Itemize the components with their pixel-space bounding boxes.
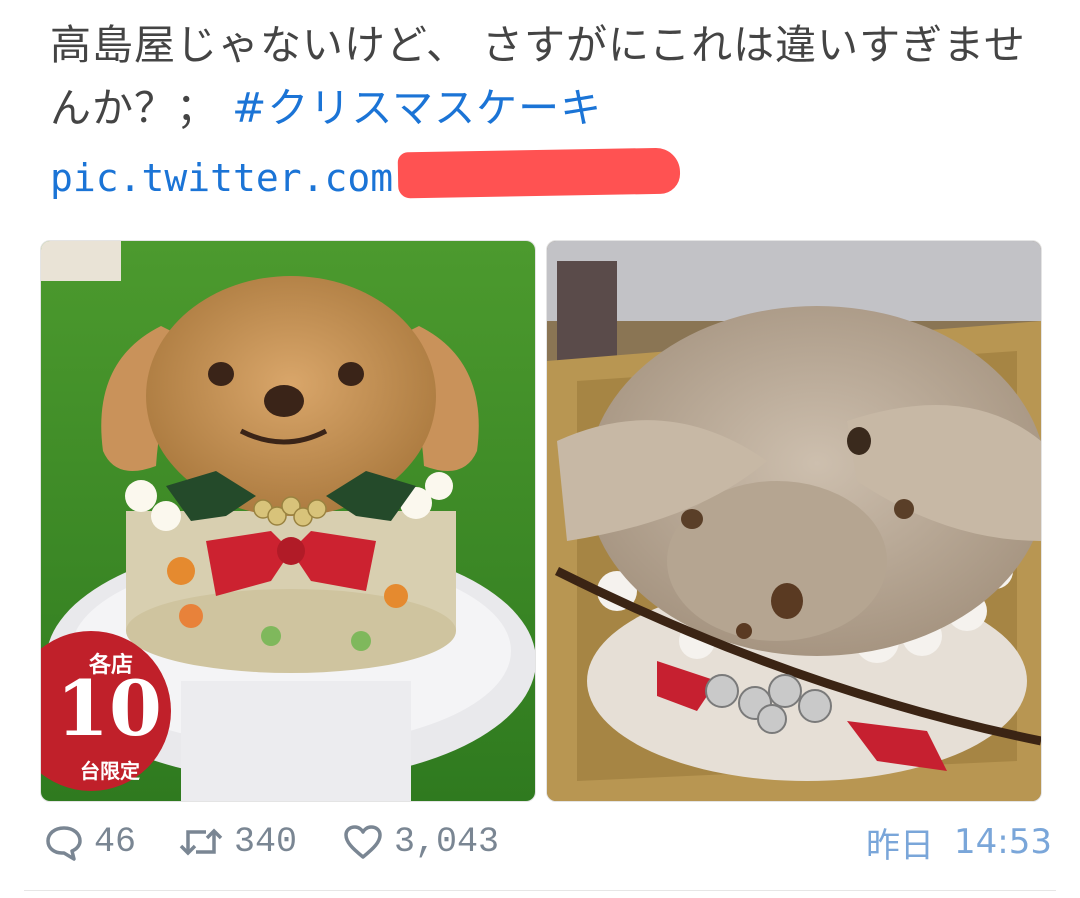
reply-count: 46 <box>94 822 137 862</box>
redaction-mark <box>397 147 681 199</box>
actual-cake-image <box>547 241 1041 801</box>
tweet-actions: 46 340 3,043 昨日 14:53 <box>42 815 1052 869</box>
badge-number: 10 <box>56 664 162 753</box>
photo-left[interactable]: 各店 10 台限定 <box>40 240 536 802</box>
reply-button[interactable]: 46 <box>44 815 136 869</box>
timestamp[interactable]: 昨日 14:53 <box>846 815 1052 869</box>
like-button[interactable]: 3,043 <box>342 815 499 869</box>
limited-badge: 各店 10 台限定 <box>41 631 171 791</box>
like-count: 3,043 <box>394 822 500 862</box>
timestamp-day: 昨日 <box>866 825 935 866</box>
retweet-icon <box>179 828 223 856</box>
photo-right[interactable] <box>546 240 1042 802</box>
timestamp-time: 14:53 <box>954 822 1052 862</box>
pic-link[interactable]: pic.twitter.com <box>50 156 393 200</box>
badge-line3: 台限定 <box>80 759 140 783</box>
heart-icon <box>344 825 382 859</box>
tweet-text: 高島屋じゃないけど、 さすがにこれは違いすぎませんか？； #クリスマスケーキ <box>50 14 1050 140</box>
hashtag-link[interactable]: #クリスマスケーキ <box>232 84 602 132</box>
divider <box>24 890 1056 891</box>
reply-icon <box>46 826 82 861</box>
retweet-button[interactable]: 340 <box>178 815 297 869</box>
retweet-count: 340 <box>234 822 298 862</box>
